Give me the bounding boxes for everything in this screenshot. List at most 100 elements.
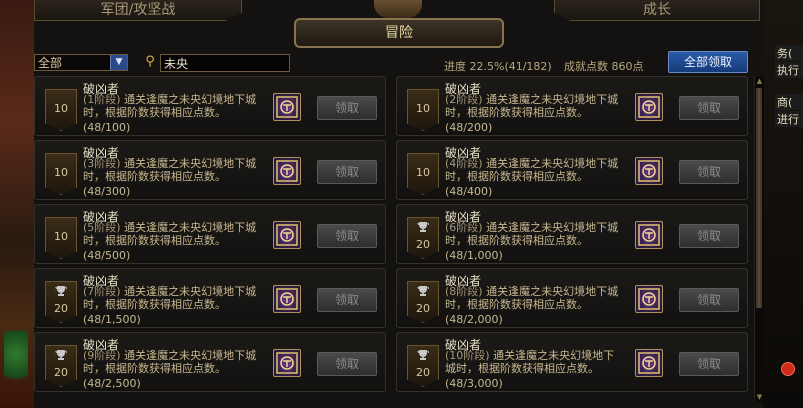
badge-points: 20 bbox=[416, 238, 430, 251]
achievement-stage: (1阶段) bbox=[83, 93, 121, 106]
claim-all-button[interactable]: 全部领取 bbox=[668, 51, 748, 73]
chevron-down-icon[interactable]: ▼ bbox=[110, 55, 127, 70]
achievement-stage: (9阶段) bbox=[83, 349, 121, 362]
achievement-card: 10 破凶者 (2阶段) 通关逢魔之未央幻境地下城时，根据阶数获得相应点数。 (48/… bbox=[396, 76, 748, 136]
achievement-stage: (3阶段) bbox=[83, 157, 121, 170]
trophy-badge-icon: 20 bbox=[407, 345, 439, 387]
achievement-progress: (48/400) bbox=[445, 185, 493, 198]
reward-item-icon[interactable] bbox=[273, 221, 301, 249]
search-icon[interactable]: ⚲ bbox=[143, 55, 157, 69]
achievement-card: 20 破凶者 (8阶段) 通关逢魔之未央幻境地下城时，根据阶数获得相应点数。 (48/… bbox=[396, 268, 748, 328]
achievement-description: (9阶段) 通关逢魔之未央幻境地下城时，根据阶数获得相应点数。 bbox=[83, 349, 259, 375]
hud-quest-line[interactable]: 商( bbox=[775, 94, 803, 110]
scroll-down-arrow-icon[interactable]: ▼ bbox=[755, 392, 764, 402]
claim-button[interactable]: 领取 bbox=[317, 224, 377, 248]
reward-item-icon[interactable] bbox=[635, 221, 663, 249]
tab-legion-siege[interactable]: 军团/攻坚战 bbox=[34, 0, 242, 21]
scroll-up-arrow-icon[interactable]: ▲ bbox=[755, 76, 764, 86]
achievement-progress: (48/1,500) bbox=[83, 313, 141, 326]
hud-quest-line[interactable]: 进行 bbox=[775, 111, 803, 127]
claim-button[interactable]: 领取 bbox=[679, 160, 739, 184]
achievement-stage: (10阶段) bbox=[445, 349, 490, 362]
achievement-description: (2阶段) 通关逢魔之未央幻境地下城时，根据阶数获得相应点数。 bbox=[445, 93, 621, 119]
points-badge: 10 bbox=[407, 89, 439, 131]
hud-quest-line[interactable]: 执行 bbox=[775, 62, 803, 78]
achievement-progress: (48/1,000) bbox=[445, 249, 503, 262]
achievement-stage: (5阶段) bbox=[83, 221, 121, 234]
claim-button[interactable]: 领取 bbox=[317, 160, 377, 184]
claim-button[interactable]: 领取 bbox=[679, 224, 739, 248]
achievement-description: (4阶段) 通关逢魔之未央幻境地下城时，根据阶数获得相应点数。 bbox=[445, 157, 621, 183]
search-input[interactable] bbox=[160, 54, 290, 72]
badge-points: 10 bbox=[416, 102, 430, 115]
badge-points: 20 bbox=[54, 302, 68, 315]
achievement-progress: (48/3,000) bbox=[445, 377, 503, 390]
tab-growth[interactable]: 成长 bbox=[554, 0, 760, 21]
achievement-description: (1阶段) 通关逢魔之未央幻境地下城时，根据阶数获得相应点数。 bbox=[83, 93, 259, 119]
claim-button[interactable]: 领取 bbox=[679, 352, 739, 376]
scroll-thumb[interactable] bbox=[756, 88, 762, 308]
achievement-score: 成就点数 860点 bbox=[564, 60, 644, 73]
list-scrollbar[interactable]: ▲ ▼ bbox=[754, 76, 764, 402]
badge-points: 10 bbox=[54, 230, 68, 243]
achievement-card: 10 破凶者 (1阶段) 通关逢魔之未央幻境地下城时，根据阶数获得相应点数。 (48/… bbox=[34, 76, 386, 136]
achievement-card: 20 破凶者 (7阶段) 通关逢魔之未央幻境地下城时，根据阶数获得相应点数。 (48/… bbox=[34, 268, 386, 328]
achievement-card: 20 破凶者 (9阶段) 通关逢魔之未央幻境地下城时，根据阶数获得相应点数。 (48/… bbox=[34, 332, 386, 392]
badge-points: 10 bbox=[54, 102, 68, 115]
achievement-description: (6阶段) 通关逢魔之未央幻境地下城时，根据阶数获得相应点数。 bbox=[445, 221, 621, 247]
achievement-description: (3阶段) 通关逢魔之未央幻境地下城时，根据阶数获得相应点数。 bbox=[83, 157, 259, 183]
achievement-progress: (48/2,000) bbox=[445, 313, 503, 326]
game-background-left bbox=[0, 0, 36, 408]
trophy-icon bbox=[55, 286, 67, 296]
reward-item-icon[interactable] bbox=[635, 285, 663, 313]
claim-button[interactable]: 领取 bbox=[317, 288, 377, 312]
badge-points: 20 bbox=[54, 366, 68, 379]
badge-points: 10 bbox=[54, 166, 68, 179]
trophy-badge-icon: 20 bbox=[45, 281, 77, 323]
reward-item-icon[interactable] bbox=[273, 285, 301, 313]
achievement-stage: (4阶段) bbox=[445, 157, 483, 170]
achievement-panel: 军团/攻坚战 成长 冒险 全部 ▼ ⚲ 进度 22.5%(41/182) 成就点… bbox=[34, 0, 764, 408]
trophy-icon bbox=[417, 222, 429, 232]
claim-button[interactable]: 领取 bbox=[679, 96, 739, 120]
reward-item-icon[interactable] bbox=[635, 349, 663, 377]
achievement-stage: (6阶段) bbox=[445, 221, 483, 234]
scroll-emblem-icon bbox=[374, 0, 422, 18]
achievement-card: 10 破凶者 (4阶段) 通关逢魔之未央幻境地下城时，根据阶数获得相应点数。 (48/… bbox=[396, 140, 748, 200]
hud-quest-line[interactable]: 务( bbox=[775, 45, 803, 61]
achievement-description: (7阶段) 通关逢魔之未央幻境地下城时，根据阶数获得相应点数。 bbox=[83, 285, 259, 311]
reward-item-icon[interactable] bbox=[635, 157, 663, 185]
points-badge: 10 bbox=[45, 89, 77, 131]
trophy-badge-icon: 20 bbox=[407, 281, 439, 323]
achievement-progress: (48/300) bbox=[83, 185, 131, 198]
trophy-badge-icon: 20 bbox=[407, 217, 439, 259]
tab-adventure[interactable]: 冒险 bbox=[294, 18, 504, 48]
reward-item-icon[interactable] bbox=[273, 93, 301, 121]
trophy-icon bbox=[417, 350, 429, 360]
reward-item-icon[interactable] bbox=[273, 157, 301, 185]
points-badge: 10 bbox=[45, 217, 77, 259]
achievement-progress: (48/100) bbox=[83, 121, 131, 134]
achievement-card: 10 破凶者 (3阶段) 通关逢魔之未央幻境地下城时，根据阶数获得相应点数。 (48/… bbox=[34, 140, 386, 200]
achievement-description: (10阶段) 通关逢魔之未央幻境地下城时，根据阶数获得相应点数。 bbox=[445, 349, 621, 375]
badge-points: 20 bbox=[416, 366, 430, 379]
claim-button[interactable]: 领取 bbox=[317, 352, 377, 376]
achievement-stage: (8阶段) bbox=[445, 285, 483, 298]
badge-points: 20 bbox=[416, 302, 430, 315]
achievement-progress: (48/2,500) bbox=[83, 377, 141, 390]
achievement-stage: (7阶段) bbox=[83, 285, 121, 298]
reward-item-icon[interactable] bbox=[635, 93, 663, 121]
hud-sidebar: 务( 执行 商( 进行 bbox=[762, 0, 803, 408]
hp-orb-icon bbox=[781, 362, 795, 376]
achievement-card: 20 破凶者 (10阶段) 通关逢魔之未央幻境地下城时，根据阶数获得相应点数。 (48… bbox=[396, 332, 748, 392]
category-filter-value: 全部 bbox=[38, 56, 63, 70]
claim-button[interactable]: 领取 bbox=[679, 288, 739, 312]
achievement-description: (8阶段) 通关逢魔之未央幻境地下城时，根据阶数获得相应点数。 bbox=[445, 285, 621, 311]
badge-points: 10 bbox=[416, 166, 430, 179]
category-filter-select[interactable]: 全部 ▼ bbox=[34, 54, 128, 71]
reward-item-icon[interactable] bbox=[273, 349, 301, 377]
claim-button[interactable]: 领取 bbox=[317, 96, 377, 120]
achievement-list: 10 破凶者 (1阶段) 通关逢魔之未央幻境地下城时，根据阶数获得相应点数。 (48/… bbox=[34, 76, 752, 402]
achievement-progress: (48/200) bbox=[445, 121, 493, 134]
points-badge: 10 bbox=[45, 153, 77, 195]
